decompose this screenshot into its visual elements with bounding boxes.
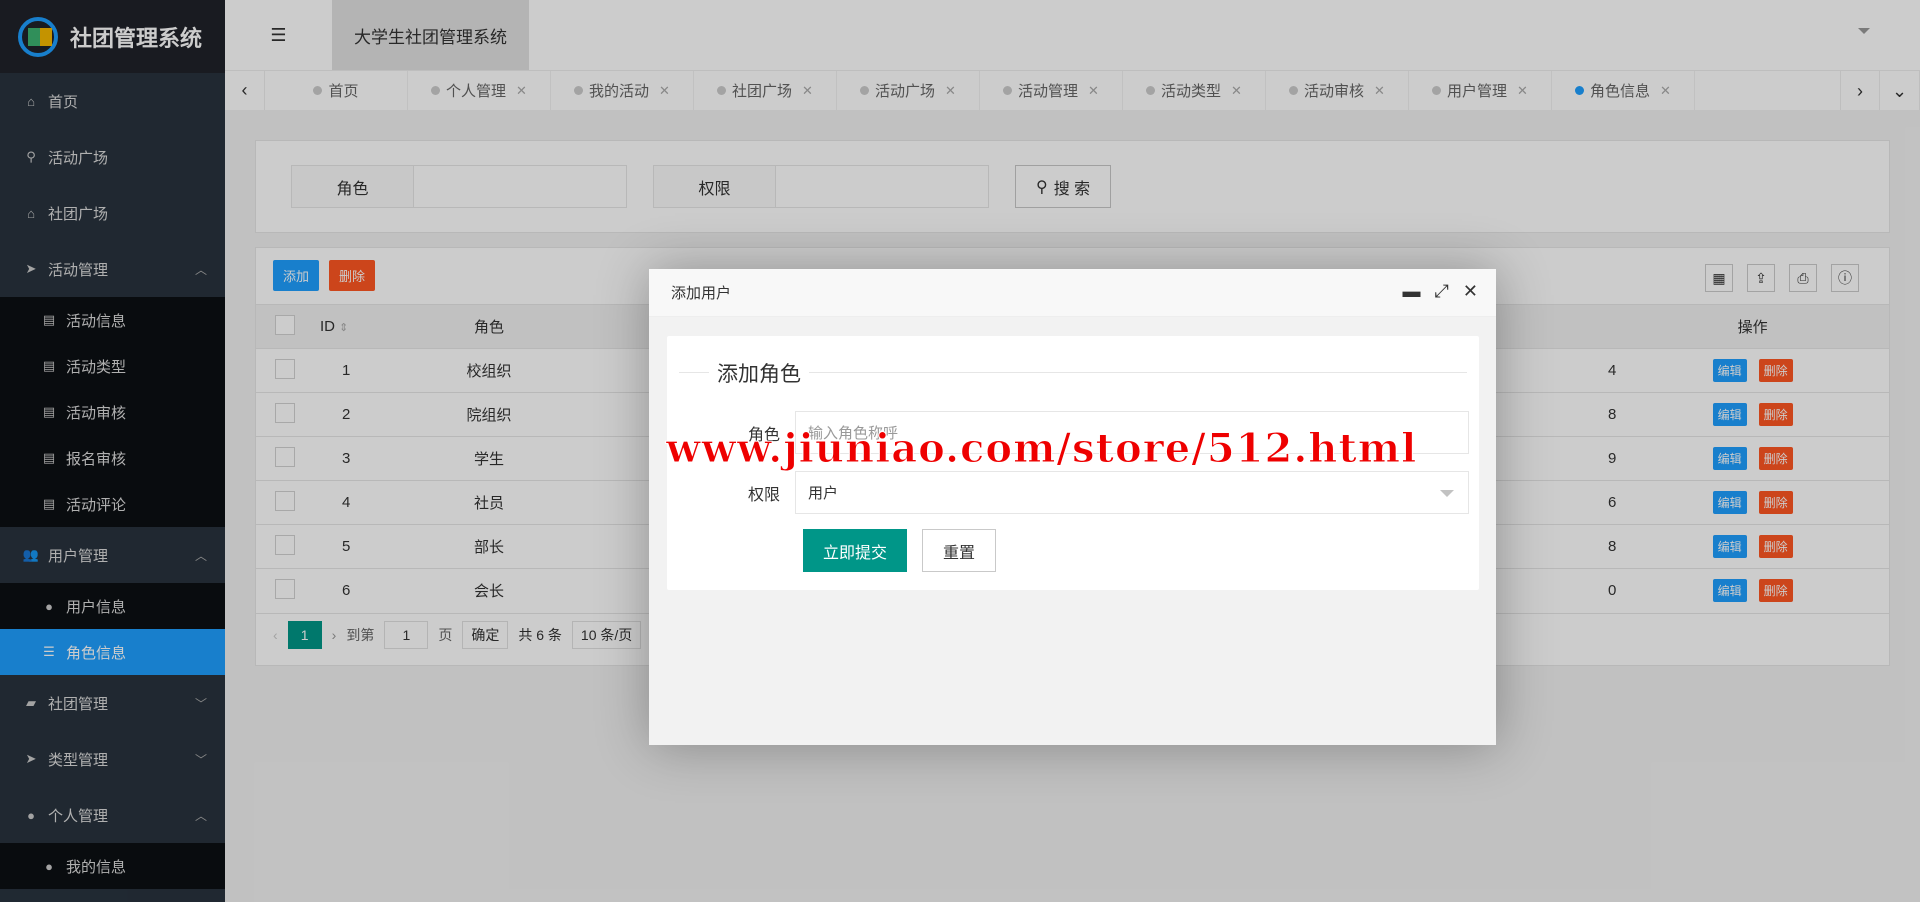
legend-text: 添加角色 — [709, 358, 809, 388]
dialog-title: 添加用户 — [671, 285, 732, 302]
dialog-header: 添加用户 ▬ ⤢ ✕ — [649, 269, 1496, 317]
watermark: www.jiuniao.com/store/512.html — [665, 425, 1418, 473]
select-arrow-icon — [1440, 490, 1454, 504]
form-legend: 添加角色 — [679, 358, 1467, 388]
add-role-dialog: 添加用户 ▬ ⤢ ✕ 添加角色 角色 输入角色称呼 权限 用户 立即提交 重置 — [649, 269, 1496, 745]
reset-button[interactable]: 重置 — [922, 529, 997, 572]
maximize-icon[interactable]: ⤢ — [1435, 281, 1449, 302]
permission-label: 权限 — [747, 486, 780, 504]
close-icon[interactable]: ✕ — [1463, 281, 1478, 302]
minimize-icon[interactable]: ▬ — [1403, 281, 1421, 302]
permission-value: 用户 — [808, 485, 839, 502]
permission-select[interactable]: 用户 — [795, 471, 1469, 514]
submit-button[interactable]: 立即提交 — [803, 529, 908, 572]
